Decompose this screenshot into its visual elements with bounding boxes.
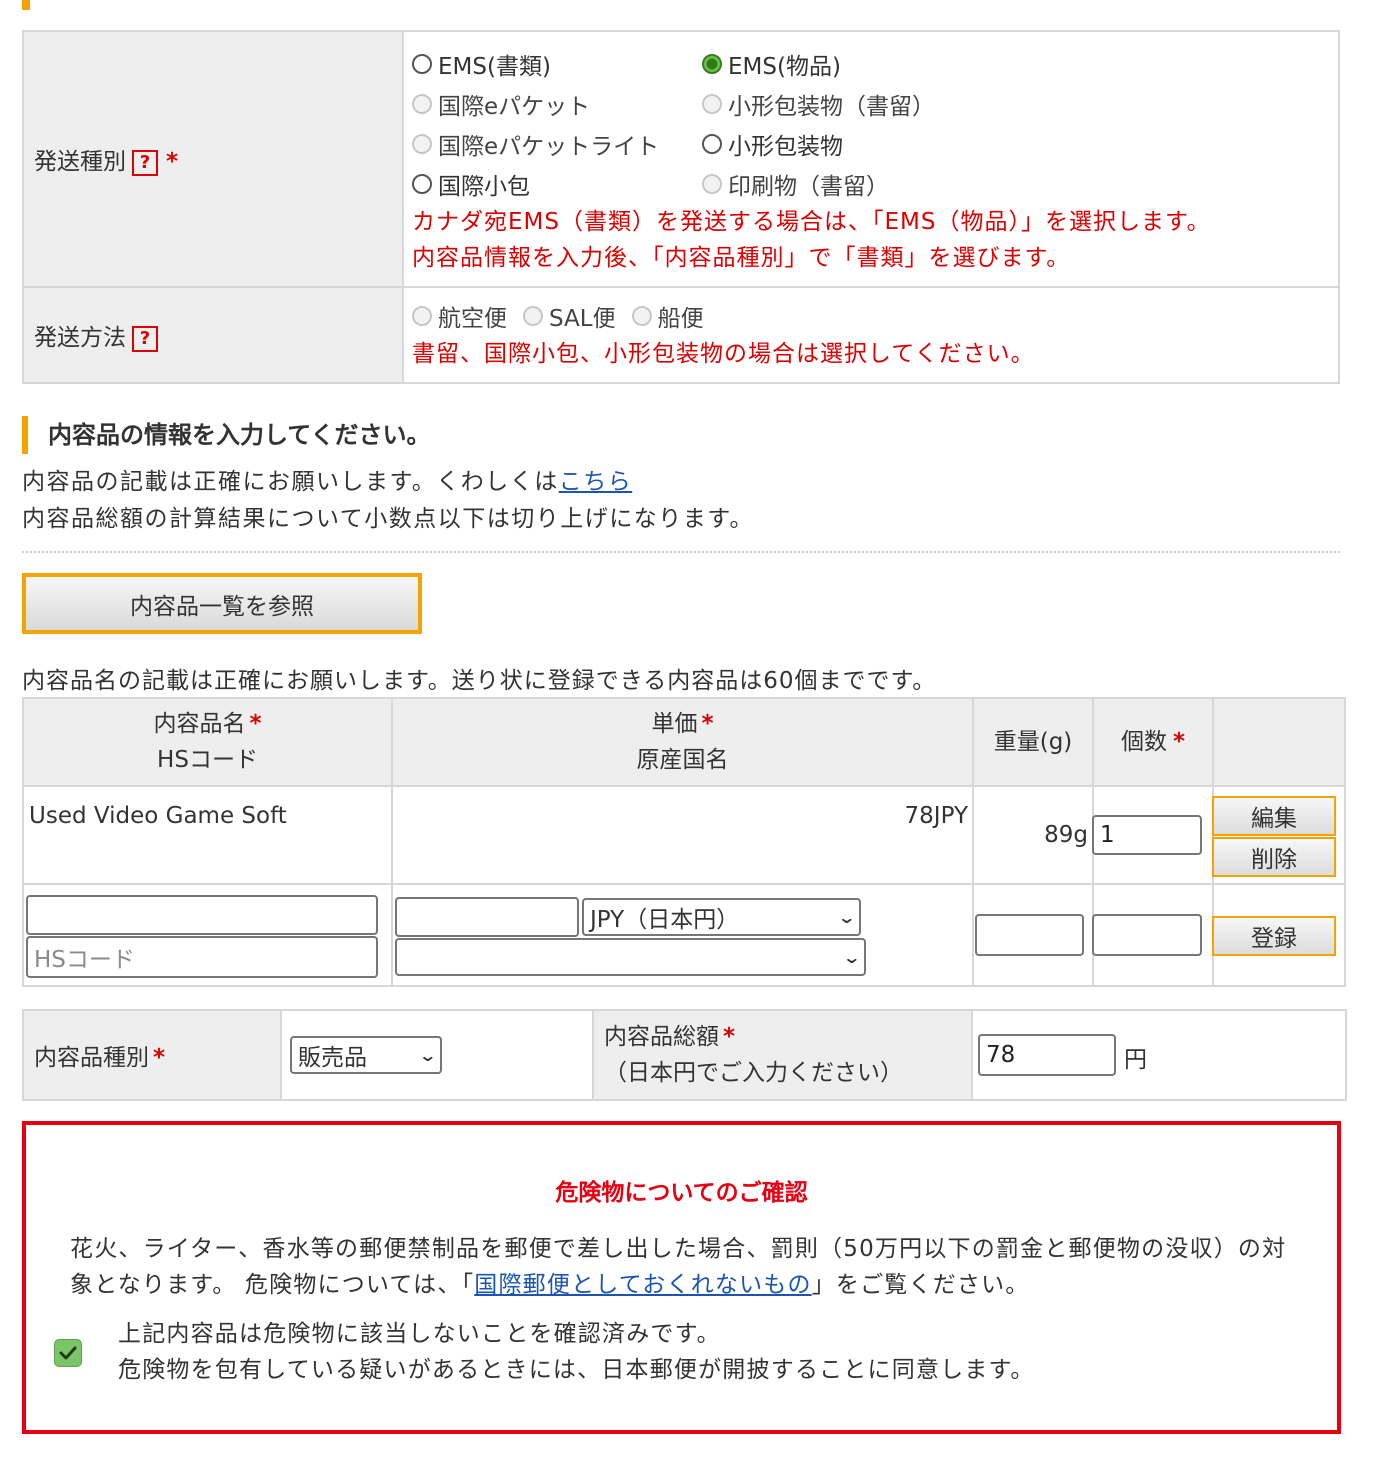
shipping-type-label-cell: 発送種別? *	[22, 30, 404, 288]
radio-checked-icon	[702, 54, 722, 74]
radio-icon	[631, 306, 652, 326]
required-mark: *	[153, 1045, 166, 1071]
section-accent-bar	[22, 0, 30, 10]
new-item-weight-input[interactable]	[975, 914, 1084, 956]
radio-airmail[interactable]: 航空便	[412, 296, 507, 336]
item-name: Used Video Game Soft	[22, 785, 393, 885]
details-link[interactable]: こちら	[559, 469, 633, 495]
origin-country-select[interactable]: ⌄	[395, 938, 866, 976]
edit-button[interactable]: 編集	[1212, 796, 1336, 836]
shipping-type-radio-group: EMS(書類) EMS(物品) 国際eパケット 小形包装物（書留） 国際eパケッ…	[412, 44, 1330, 204]
radio-sal[interactable]: SAL便	[523, 296, 616, 336]
radio-printed-matter-registered[interactable]: 印刷物（書留）	[702, 164, 1002, 204]
hs-code-input[interactable]: HSコード	[26, 936, 378, 978]
shipping-method-label-cell: 発送方法?	[22, 286, 404, 384]
radio-intl-epacket[interactable]: 国際eパケット	[412, 84, 702, 124]
shipping-type-note-2: 内容品情報を入力後、「内容品種別」で「書類」を選びます。	[412, 245, 1071, 271]
required-mark: *	[723, 1024, 736, 1050]
shipping-method-options-cell: 航空便 SAL便 船便 書留、国際小包、小形包装物の場合は選択してください。	[402, 286, 1340, 384]
contents-info-line-2: 内容品総額の計算結果について小数点以下は切り上げになります。	[22, 506, 755, 532]
items-table-note: 内容品名の記載は正確にお願いします。送り状に登録できる内容品は60個までです。	[22, 668, 937, 694]
total-amount-input[interactable]: 78	[978, 1034, 1116, 1076]
header-price-origin: 単価 * 原産国名	[391, 697, 974, 787]
summary-table: 内容品種別 * 内容品総額 * （日本円でご入力ください）	[22, 1009, 1347, 1101]
shipping-type-note-1: カナダ宛EMS（書類）を発送する場合は、「EMS（物品）」を選択します。	[412, 209, 1211, 235]
radio-icon	[702, 134, 722, 154]
radio-icon	[412, 306, 432, 326]
radio-icon	[412, 174, 432, 194]
radio-icon	[702, 174, 722, 194]
radio-intl-parcel[interactable]: 国際小包	[412, 164, 702, 204]
contents-section-heading: 内容品の情報を入力してください。	[22, 416, 431, 454]
new-item-quantity-input[interactable]	[1092, 914, 1202, 956]
currency-select[interactable]: JPY（日本円） ⌄	[582, 898, 861, 936]
confirm-checkbox[interactable]	[54, 1339, 82, 1367]
radio-small-packet[interactable]: 小形包装物	[702, 124, 1002, 164]
radio-icon	[523, 306, 543, 326]
chevron-down-icon: ⌄	[841, 947, 861, 967]
required-mark: *	[1172, 729, 1186, 755]
header-actions	[1212, 697, 1346, 787]
shipping-method-label: 発送方法	[34, 325, 126, 351]
item-weight: 89g	[972, 785, 1094, 885]
header-weight: 重量(g)	[972, 697, 1094, 787]
yen-unit: 円	[1124, 1047, 1147, 1073]
chevron-down-icon: ⌄	[417, 1045, 437, 1065]
view-contents-list-button[interactable]: 内容品一覧を参照	[22, 573, 422, 634]
radio-ems-documents[interactable]: EMS(書類)	[412, 44, 702, 84]
required-mark: *	[166, 149, 179, 175]
contents-type-select[interactable]: 販売品 ⌄	[290, 1036, 442, 1074]
shipping-form: 発送種別? * EMS(書類) EMS(物品) 国際eパケット 小形包装物（書留）…	[22, 30, 1340, 384]
shipping-type-label: 発送種別	[34, 149, 126, 175]
radio-small-packet-registered[interactable]: 小形包装物（書留）	[702, 84, 1002, 124]
confirm-checkbox-label[interactable]: 上記内容品は危険物に該当しないことを確認済みです。 危険物を包有している疑いがあ…	[118, 1316, 1035, 1388]
checkmark-icon	[59, 1346, 77, 1360]
prohibited-items-link[interactable]: 国際郵便としておくれないもの	[474, 1272, 811, 1298]
radio-surface[interactable]: 船便	[631, 296, 704, 336]
chevron-down-icon: ⌄	[836, 907, 856, 927]
shipping-method-radio-group: 航空便 SAL便 船便	[412, 296, 1330, 336]
contents-info-line-1: 内容品の記載は正確にお願いします。くわしくはこちら	[22, 469, 633, 495]
shipping-method-note: 書留、国際小包、小形包装物の場合は選択してください。	[412, 341, 1035, 367]
radio-intl-epacket-light[interactable]: 国際eパケットライト	[412, 124, 702, 164]
divider	[22, 551, 1340, 553]
header-quantity: 個数 *	[1092, 697, 1214, 787]
help-icon[interactable]: ?	[132, 149, 158, 176]
item-price: 78JPY	[391, 785, 974, 885]
radio-ems-goods[interactable]: EMS(物品)	[702, 44, 1002, 84]
notice-text: 花火、ライター、香水等の郵便禁制品を郵便で差し出した場合、罰則（50万円以下の罰…	[70, 1236, 1287, 1298]
total-label-cell: 内容品総額 * （日本円でご入力ください）	[592, 1009, 973, 1101]
radio-icon	[412, 94, 432, 114]
register-button[interactable]: 登録	[1212, 916, 1336, 956]
help-icon[interactable]: ?	[132, 325, 158, 352]
radio-icon	[412, 134, 432, 154]
header-name-hs: 内容品名 * HSコード	[22, 697, 393, 787]
required-mark: *	[701, 711, 714, 737]
required-mark: *	[249, 711, 262, 737]
new-item-price-input[interactable]	[395, 897, 579, 937]
shipping-type-options-cell: EMS(書類) EMS(物品) 国際eパケット 小形包装物（書留） 国際eパケッ…	[402, 30, 1340, 288]
radio-icon	[412, 54, 432, 74]
new-item-name-input[interactable]	[26, 895, 378, 935]
item-quantity-input[interactable]: 1	[1092, 815, 1202, 855]
radio-icon	[702, 94, 722, 114]
contents-type-label-cell: 内容品種別 *	[22, 1009, 282, 1101]
delete-button[interactable]: 削除	[1212, 837, 1336, 877]
notice-title: 危険物についてのご確認	[555, 1180, 808, 1206]
